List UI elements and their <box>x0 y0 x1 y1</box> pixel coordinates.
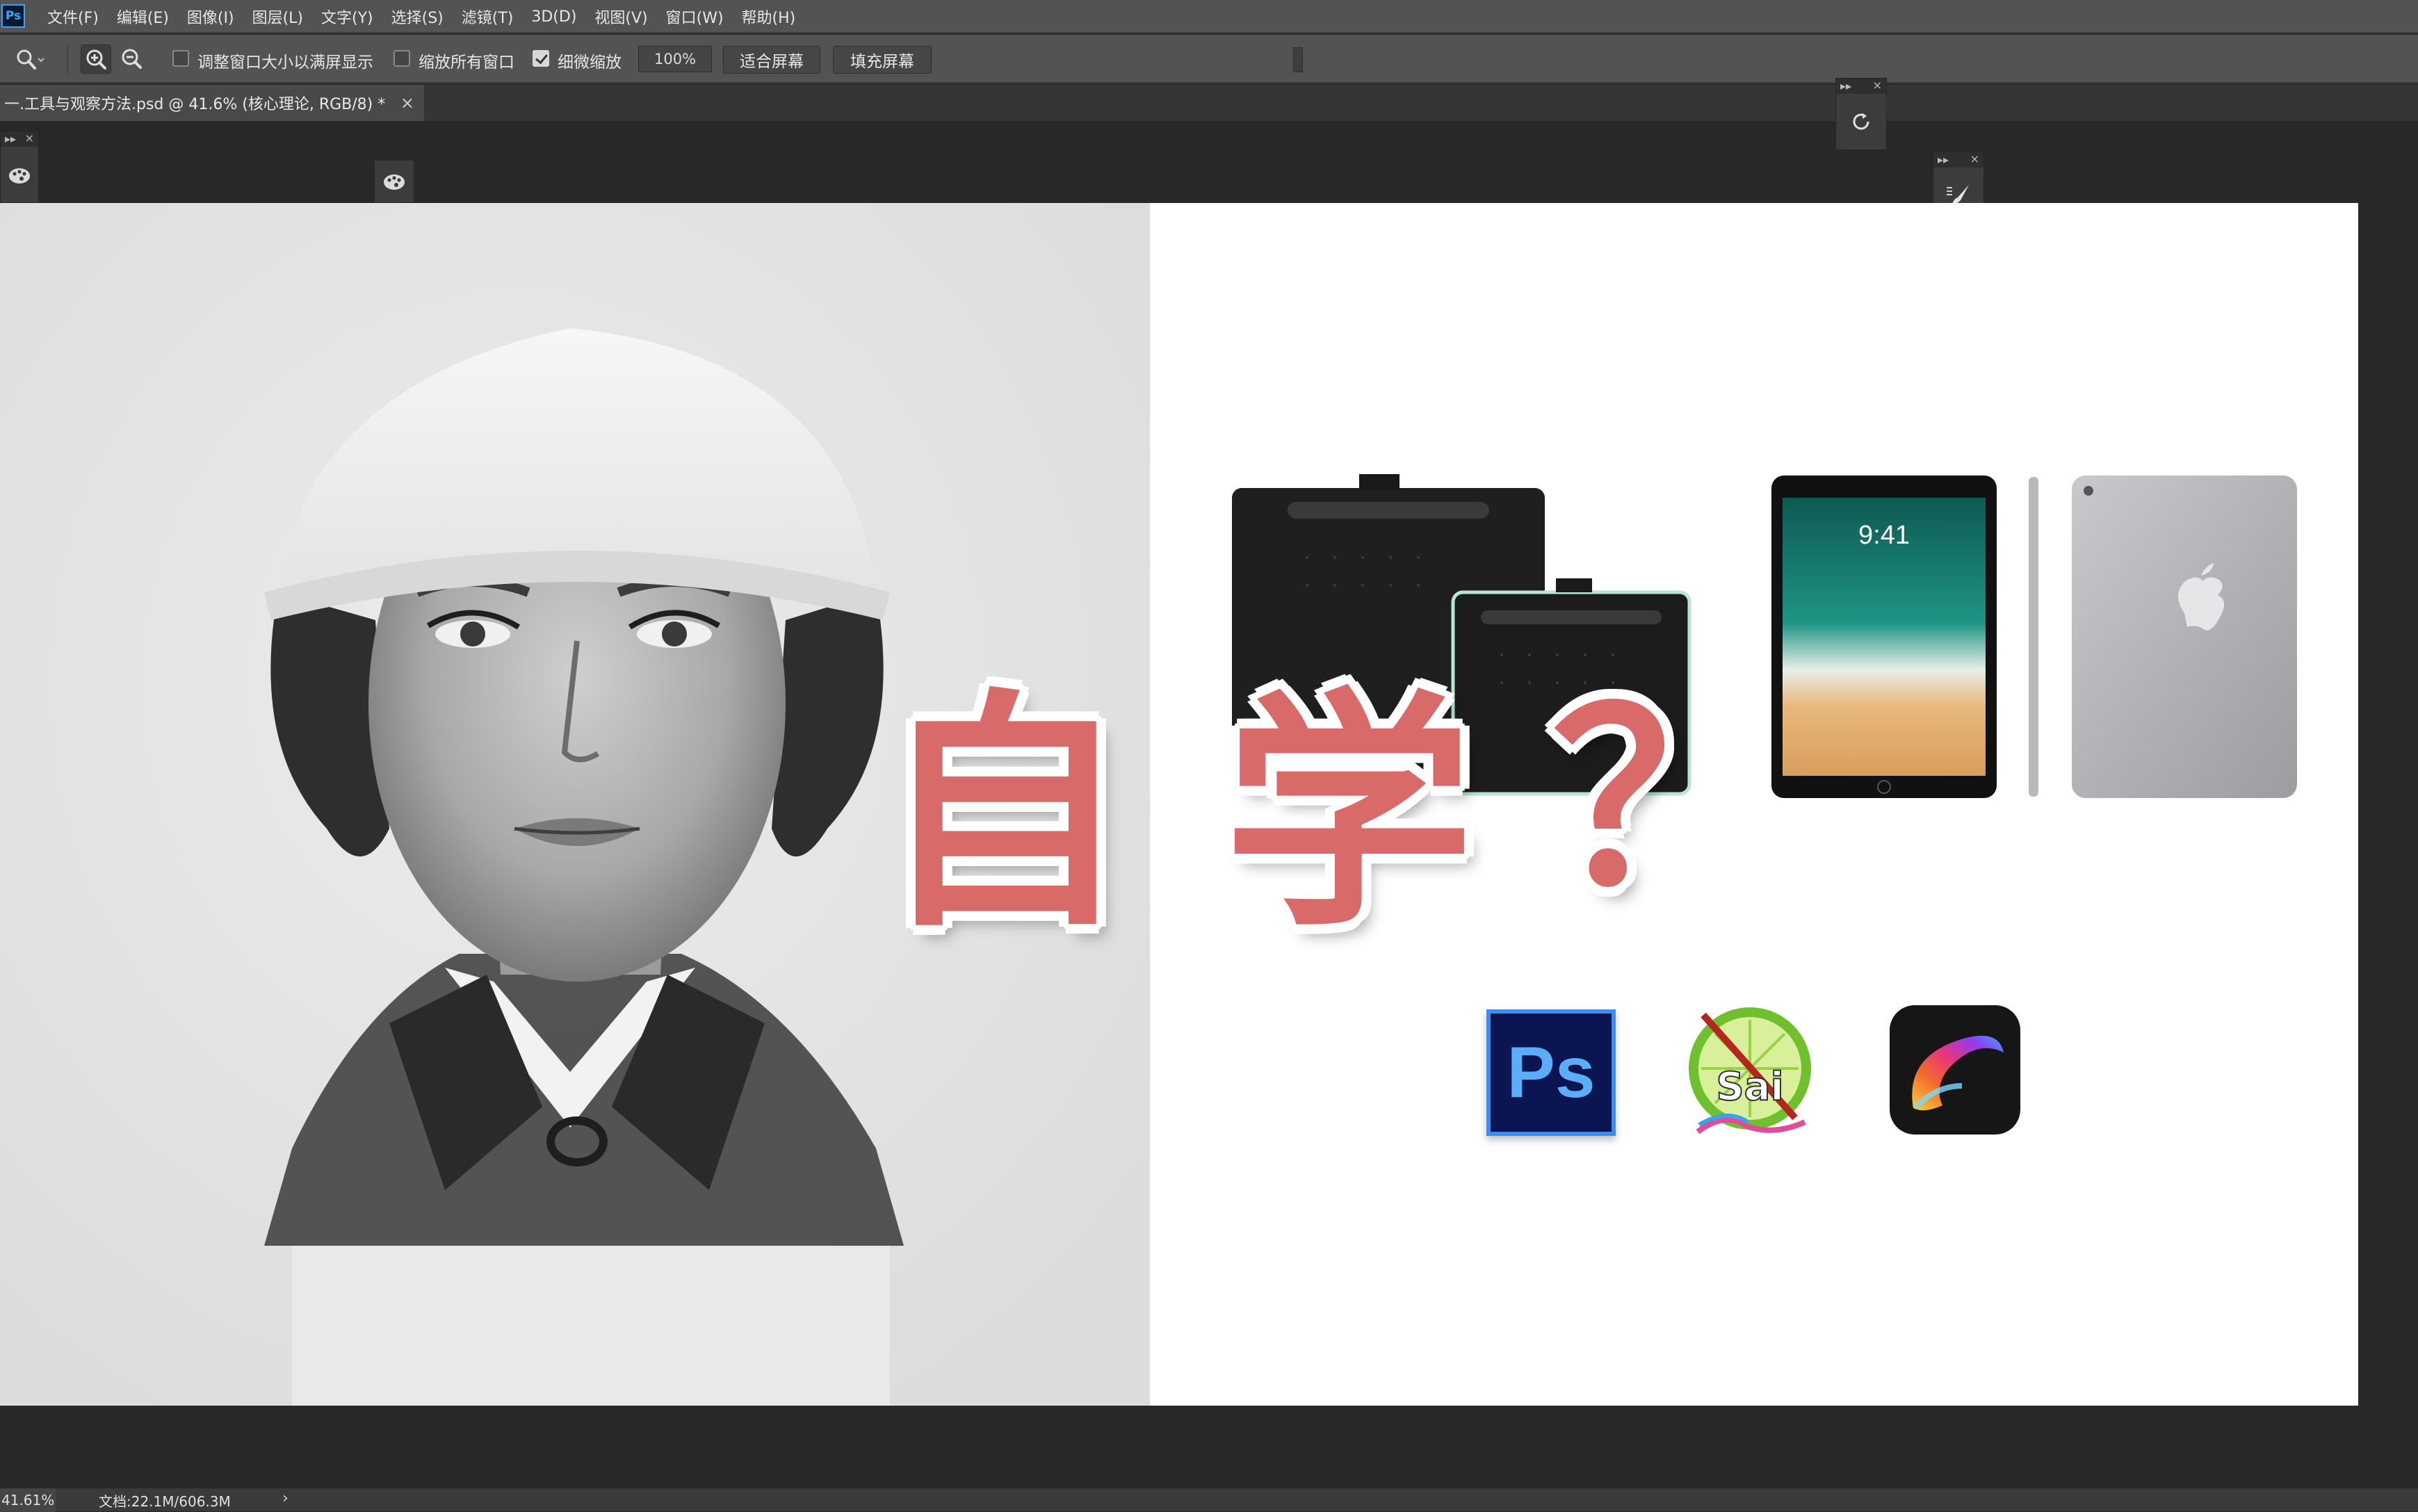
menu-window[interactable]: 窗口(W) <box>666 6 724 28</box>
panel-collapse-icon[interactable]: ▸▸ <box>5 132 16 145</box>
menu-image[interactable]: 图像(I) <box>187 6 234 28</box>
zoom-all-windows-checkbox[interactable] <box>393 50 410 67</box>
document-tab-title: 一.工具与观察方法.psd @ 41.6% (核心理论, RGB/8) * <box>4 96 386 113</box>
palette-icon[interactable] <box>6 161 33 188</box>
options-bar-grip[interactable] <box>1293 47 1303 72</box>
zoom-in-icon <box>86 49 106 70</box>
overlay-char-self: 自 <box>879 669 1129 960</box>
resize-windows-label: 调整窗口大小以满屏显示 <box>197 54 373 72</box>
zoom-out-icon <box>122 49 142 69</box>
menu-type[interactable]: 文字(Y) <box>321 6 373 28</box>
menu-items: 文件(F) 编辑(E) 图像(I) 图层(L) 文字(Y) 选择(S) 滤镜(T… <box>47 0 813 33</box>
zoom-out-button[interactable] <box>117 44 147 74</box>
menu-3d[interactable]: 3D(D) <box>531 8 576 26</box>
sai-icon-label: Sai <box>1716 1064 1783 1109</box>
document-tab-bar: 一.工具与观察方法.psd @ 41.6% (核心理论, RGB/8) * × <box>0 85 2418 121</box>
status-document-size[interactable]: 文档:22.1M/606.3M <box>99 1488 231 1512</box>
scrubby-zoom-label: 细微缩放 <box>558 54 622 72</box>
status-bar: 41.61% 文档:22.1M/606.3M › <box>0 1488 2418 1512</box>
overlay-question-mark: ？ <box>1552 663 1788 938</box>
rotate-view-icon[interactable] <box>1847 108 1875 136</box>
resize-windows-checkbox[interactable] <box>172 50 189 67</box>
document-tab-close-icon[interactable]: × <box>400 93 414 113</box>
panel-close-icon[interactable]: × <box>1970 152 1979 165</box>
menu-bar: Ps 文件(F) 编辑(E) 图像(I) 图层(L) 文字(Y) 选择(S) 滤… <box>0 0 2418 33</box>
ipad-image: 9:41 <box>1771 475 2297 798</box>
document-canvas[interactable]: 9:41 Ps Sai 自 学 ？ <box>0 203 2358 1406</box>
overlay-char-learn: 学 <box>1224 669 1474 960</box>
panel-close-icon[interactable]: × <box>1873 79 1882 92</box>
zoom-all-windows-label: 缩放所有窗口 <box>419 54 514 72</box>
floating-panel-palette <box>374 160 414 203</box>
menu-select[interactable]: 选择(S) <box>391 6 444 28</box>
photoshop-app-icon: Ps <box>1486 1009 1616 1136</box>
menu-help[interactable]: 帮助(H) <box>742 6 796 28</box>
canvas-workspace[interactable]: ▸▸ × ▸▸ × ▸▸ × 9:41 Ps Sai 自 学 ？ <box>0 78 2418 1488</box>
document-tab[interactable]: 一.工具与观察方法.psd @ 41.6% (核心理论, RGB/8) * × <box>0 85 424 121</box>
panel-close-icon[interactable]: × <box>25 131 34 145</box>
options-separator <box>67 44 68 74</box>
status-zoom-field[interactable]: 41.61% <box>0 1488 56 1512</box>
fill-screen-button[interactable]: 填充屏幕 <box>833 46 932 74</box>
photoshop-icon-label: Ps <box>1507 1032 1596 1113</box>
zoom-percentage-field[interactable]: 100% <box>638 46 712 72</box>
scrubby-zoom-checkbox[interactable] <box>533 50 549 67</box>
sai-app-icon: Sai <box>1689 1007 1811 1135</box>
panel-collapse-icon[interactable]: ▸▸ <box>1938 153 1949 166</box>
panel-collapse-icon[interactable]: ▸▸ <box>1840 79 1851 92</box>
zoom-tool-icon <box>17 49 44 70</box>
menu-file[interactable]: 文件(F) <box>47 6 99 28</box>
photoshop-window: Ps 文件(F) 编辑(E) 图像(I) 图层(L) 文字(Y) 选择(S) 滤… <box>0 0 2418 1512</box>
palette-icon[interactable] <box>380 168 408 195</box>
menu-filter[interactable]: 滤镜(T) <box>462 6 514 28</box>
floating-panel-history: ▸▸ × <box>1835 78 1887 150</box>
status-menu-arrow-icon[interactable]: › <box>282 1490 289 1507</box>
menu-layer[interactable]: 图层(L) <box>252 6 303 28</box>
photoshop-logo[interactable]: Ps <box>1 4 25 28</box>
menu-view[interactable]: 视图(V) <box>594 6 647 28</box>
fit-screen-button[interactable]: 适合屏幕 <box>723 46 820 74</box>
ipad-clock: 9:41 <box>1858 521 1910 550</box>
options-bar: 调整窗口大小以满屏显示 缩放所有窗口 细微缩放 100% 适合屏幕 填充屏幕 <box>0 35 2418 83</box>
zoom-tool-preset[interactable] <box>15 49 46 71</box>
zoom-in-button[interactable] <box>81 44 111 74</box>
menu-edit[interactable]: 编辑(E) <box>117 6 169 28</box>
floating-panel-left: ▸▸ × <box>0 131 39 203</box>
procreate-app-icon <box>1890 1005 2020 1135</box>
